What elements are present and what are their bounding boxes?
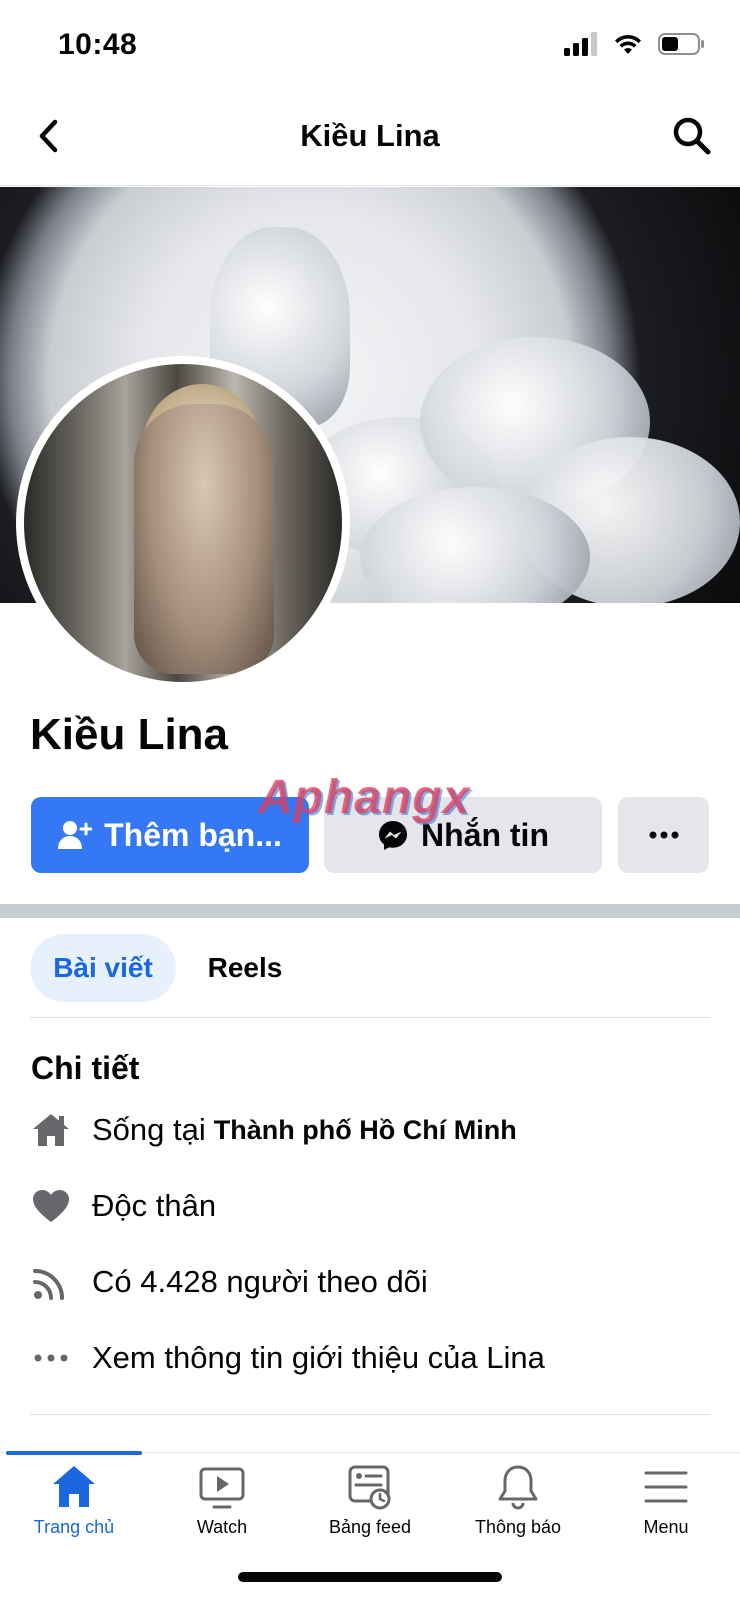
tabbar-notifications[interactable]: Thông báo: [444, 1463, 592, 1563]
feed-icon: [348, 1465, 391, 1510]
wifi-icon: [615, 34, 641, 54]
add-friend-icon: [58, 821, 93, 849]
home-indicator: [238, 1572, 502, 1582]
tabbar-menu[interactable]: Menu: [592, 1463, 740, 1563]
details-heading: Chi tiết: [31, 1050, 140, 1086]
nav-bar: Kiều Lina: [0, 92, 740, 186]
tabbar-watch[interactable]: Watch: [148, 1463, 296, 1563]
tabbar-menu-label: Menu: [643, 1517, 689, 1537]
profile-tabs: Bài viết Reels: [30, 934, 710, 1018]
more-dots-detail-icon: [30, 1337, 72, 1379]
lives-prefix: Sống tại: [92, 1112, 206, 1147]
home-detail-icon: [30, 1109, 72, 1151]
status-time: 10:48: [58, 28, 138, 61]
status-icons: [564, 32, 706, 56]
tabbar-notifications-label: Thông báo: [474, 1517, 562, 1537]
status-bar: 10:48: [0, 0, 740, 92]
heart-icon: [30, 1185, 72, 1227]
detail-lives-in: Sống tại Thành phố Hồ Chí Minh: [30, 1100, 710, 1160]
detail-followers[interactable]: Có 4.428 người theo dõi: [30, 1252, 710, 1312]
watermark-logo: Aphangx: [258, 771, 471, 824]
profile-name: Kiều Lina: [30, 710, 229, 759]
detail-relationship: Độc thân: [30, 1176, 710, 1236]
profile-screen: 10:48 Kiều Lina Kiều Lina Thêm bạn... Nh…: [0, 0, 740, 1600]
rss-followers-icon: [30, 1261, 72, 1303]
add-friend-label: Thêm bạn...: [104, 816, 282, 853]
detail-see-about[interactable]: Xem thông tin giới thiệu của Lina: [30, 1328, 710, 1388]
tab-posts[interactable]: Bài viết: [30, 934, 176, 1002]
profile-avatar[interactable]: [16, 356, 350, 690]
bell-icon: [498, 1465, 538, 1510]
more-dots-icon: [649, 831, 678, 839]
tabbar-feed-label: Bảng feed: [328, 1517, 412, 1537]
relationship-text: Độc thân: [92, 1188, 217, 1223]
section-divider: [0, 904, 740, 918]
home-icon: [53, 1466, 95, 1507]
nav-title: Kiều Lina: [300, 118, 440, 153]
search-button[interactable]: [668, 112, 716, 160]
battery-icon: [658, 33, 704, 55]
followers-text: Có 4.428 người theo dõi: [92, 1264, 428, 1299]
see-about-text: Xem thông tin giới thiệu của Lina: [92, 1340, 545, 1375]
active-tab-indicator: [6, 1451, 142, 1455]
tabbar-feed[interactable]: Bảng feed: [296, 1463, 444, 1563]
watch-icon: [199, 1467, 245, 1509]
details-divider: [30, 1414, 710, 1415]
more-options-button[interactable]: [618, 797, 709, 873]
tab-reels[interactable]: Reels: [190, 934, 300, 1002]
cellular-signal-icon: [564, 32, 597, 56]
tabbar-watch-label: Watch: [196, 1517, 248, 1537]
search-icon: [673, 117, 711, 155]
avatar-image: [24, 364, 342, 682]
lives-city-link[interactable]: Thành phố Hồ Chí Minh: [214, 1115, 517, 1146]
tabbar-home-label: Trang chủ: [33, 1517, 115, 1537]
avatar-figure-shape: [134, 404, 274, 674]
tabbar-home[interactable]: Trang chủ: [0, 1463, 148, 1563]
menu-icon: [644, 1471, 688, 1503]
